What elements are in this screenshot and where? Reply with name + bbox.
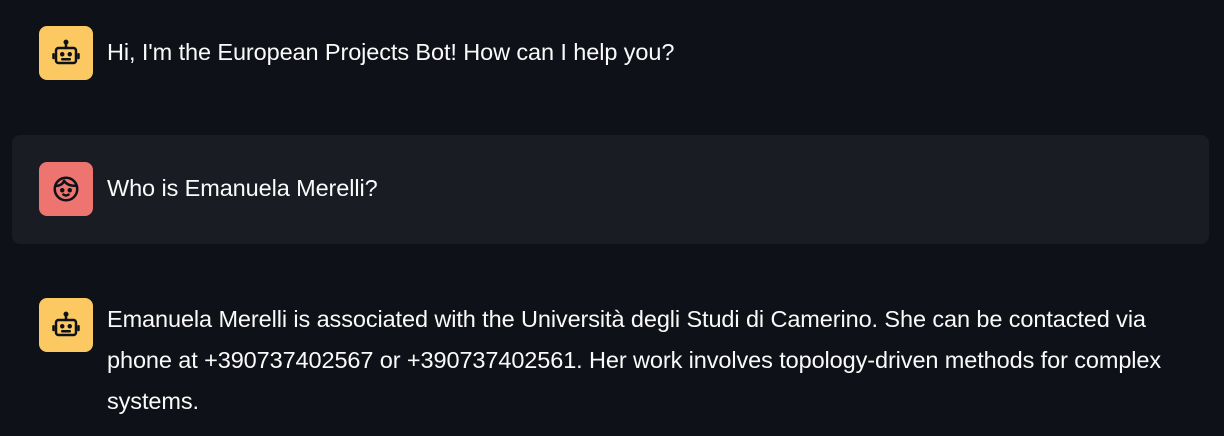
- robot-icon: [52, 311, 80, 337]
- robot-icon: [52, 39, 80, 65]
- chat-message-user: Who is Emanuela Merelli?: [12, 135, 1209, 244]
- chat-message-assistant: Emanuela Merelli is associated with the …: [12, 286, 1209, 436]
- message-text: Hi, I'm the European Projects Bot! How c…: [107, 39, 675, 65]
- face-icon: [53, 176, 79, 202]
- message-text: Who is Emanuela Merelli?: [107, 175, 378, 201]
- bot-avatar: [39, 26, 93, 80]
- message-text: Emanuela Merelli is associated with the …: [107, 306, 1162, 414]
- chat-message-assistant: Hi, I'm the European Projects Bot! How c…: [12, 14, 1209, 94]
- user-avatar: [39, 162, 93, 216]
- bot-avatar: [39, 298, 93, 352]
